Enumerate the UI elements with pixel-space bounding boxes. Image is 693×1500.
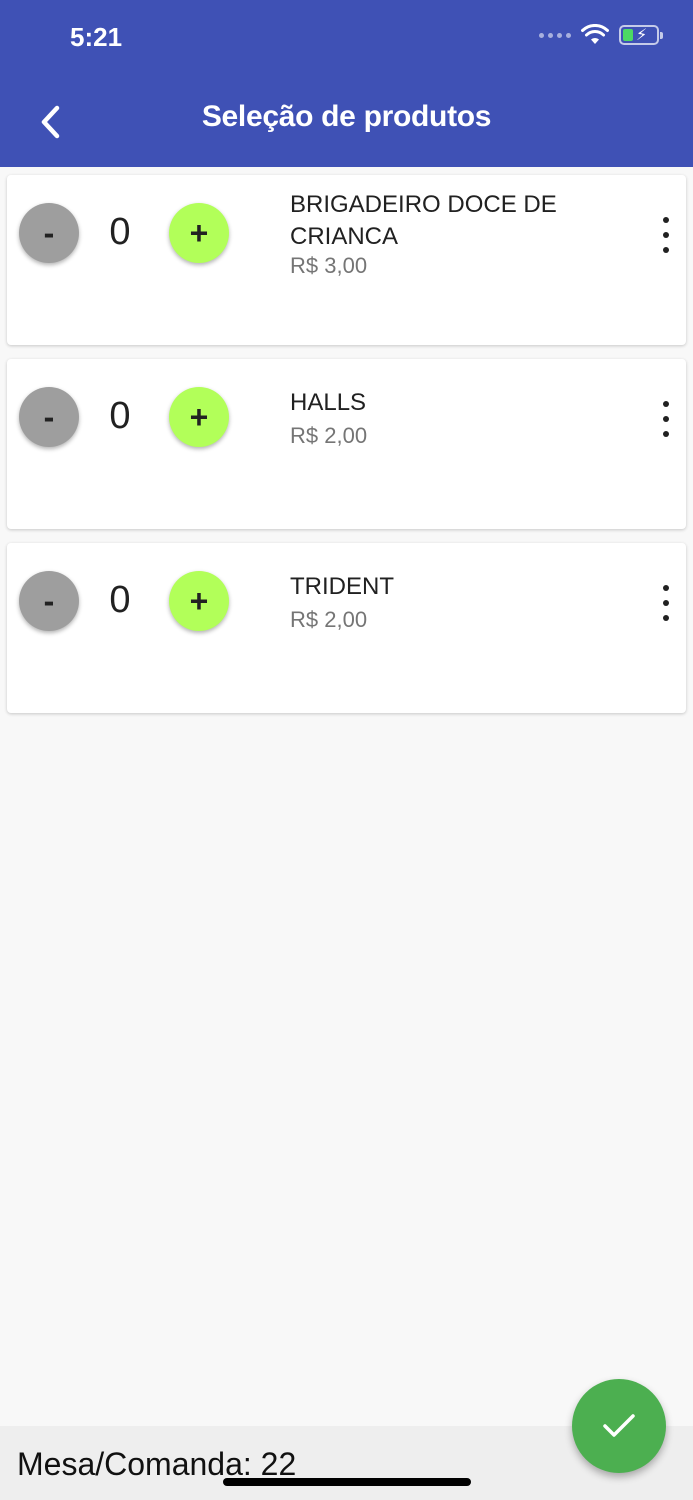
increase-quantity-button[interactable]: +	[169, 387, 229, 447]
decrease-quantity-button[interactable]: -	[19, 571, 79, 631]
more-options-icon[interactable]	[658, 217, 674, 253]
product-name: TRIDENT	[290, 573, 394, 600]
increase-quantity-button[interactable]: +	[169, 203, 229, 263]
quantity-value: 0	[109, 211, 131, 253]
product-list: - 0 + BRIGADEIRO DOCE DE CRIANCA R$ 3,00…	[7, 175, 686, 727]
app-header: 5:21 ⚡ Seleção de produtos	[0, 0, 693, 167]
page-title: Seleção de produtos	[201, 100, 492, 133]
status-icons: ⚡	[539, 24, 663, 46]
more-options-icon[interactable]	[658, 401, 674, 437]
product-card[interactable]: - 0 + TRIDENT R$ 2,00	[7, 543, 686, 713]
more-options-icon[interactable]	[658, 585, 674, 621]
product-name: BRIGADEIRO DOCE DE CRIANCA	[290, 191, 557, 250]
product-name: HALLS	[290, 389, 367, 416]
product-card[interactable]: - 0 + BRIGADEIRO DOCE DE CRIANCA R$ 3,00	[7, 175, 686, 345]
confirm-button[interactable]	[572, 1379, 666, 1473]
product-price: R$ 2,00	[290, 607, 368, 632]
home-indicator	[223, 1478, 471, 1486]
product-price: R$ 2,00	[290, 423, 368, 448]
decrease-quantity-button[interactable]: -	[19, 387, 79, 447]
increase-quantity-button[interactable]: +	[169, 571, 229, 631]
product-card[interactable]: - 0 + HALLS R$ 2,00	[7, 359, 686, 529]
status-time: 5:21	[70, 22, 123, 52]
check-icon	[603, 1414, 635, 1437]
wifi-icon	[581, 24, 609, 44]
quantity-value: 0	[109, 395, 131, 437]
screen: 5:21 ⚡ Seleção de produtos - 0 + BRIGADE…	[0, 0, 693, 1500]
decrease-quantity-button[interactable]: -	[19, 203, 79, 263]
signal-icon	[539, 32, 571, 38]
quantity-value: 0	[109, 579, 131, 621]
battery-icon: ⚡	[619, 25, 663, 45]
product-price: R$ 3,00	[290, 253, 368, 278]
